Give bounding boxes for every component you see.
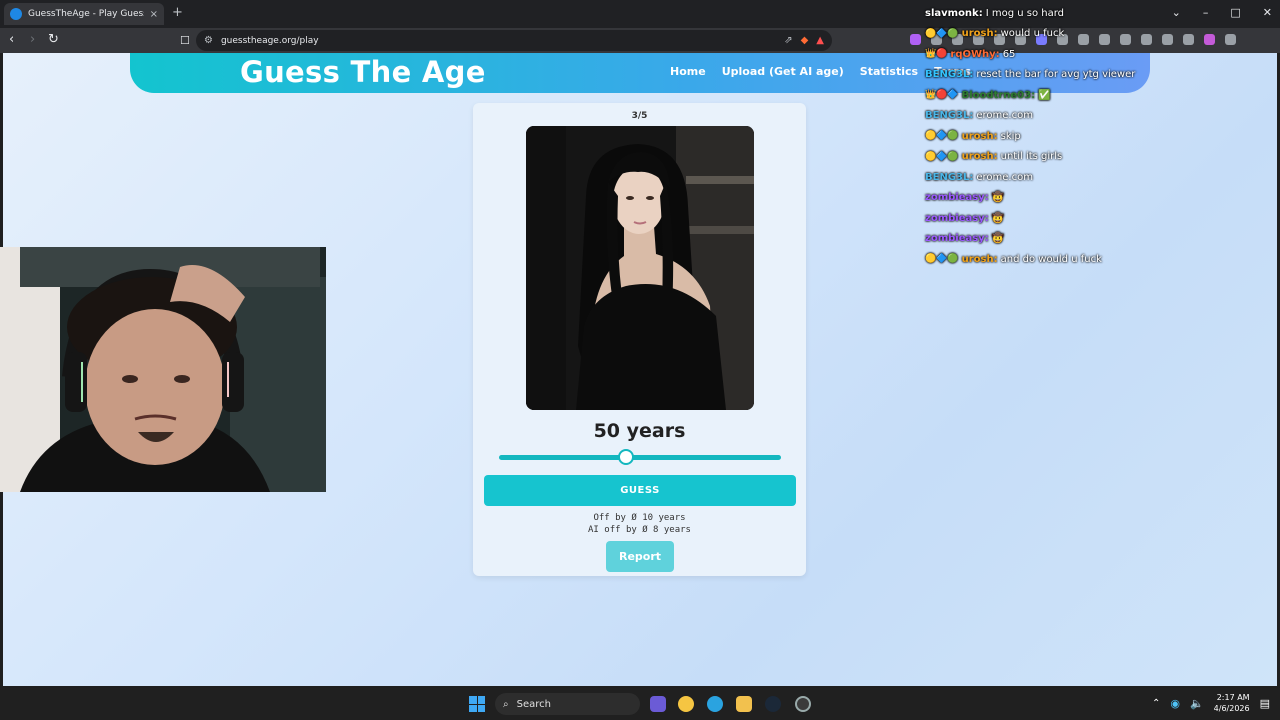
chat-message-text: erome.com: [976, 171, 1033, 183]
chat-message: 🟡🔷🟢 urosh: skip: [925, 126, 1275, 147]
chat-message-text: 🤠: [991, 192, 1005, 204]
chat-message-text: 🤠: [991, 212, 1005, 224]
chat-message: 👑🔴 rqOWhy: 65: [925, 44, 1275, 65]
chat-message: 🟡🔷🟢 urosh: would u fuck: [925, 24, 1275, 45]
user-badges-icon: 🟡🔷🟢: [925, 28, 959, 39]
steam-app-icon[interactable]: [765, 696, 781, 712]
chat-message: BENG3L: erome.com: [925, 167, 1275, 188]
chat-message: BENG3L: reset the bar for avg ytg viewer: [925, 65, 1275, 86]
brave-shield-icon[interactable]: ◆: [801, 35, 809, 46]
new-tab-button[interactable]: +: [172, 5, 183, 20]
network-icon[interactable]: ◉: [1170, 697, 1180, 710]
address-bar[interactable]: ⚙ guesstheage.org/play ⇗ ◆ ▲: [196, 30, 832, 51]
chat-username[interactable]: slavmonk:: [925, 8, 983, 19]
volume-icon[interactable]: 🔈: [1190, 697, 1204, 710]
start-button[interactable]: [469, 696, 485, 712]
nav-link-statistics[interactable]: Statistics: [860, 65, 918, 78]
report-button[interactable]: Report: [606, 541, 674, 572]
chat-message-text: would u fuck: [1000, 28, 1065, 40]
person-photo: [526, 126, 754, 410]
chat-message-text: and do would u fuck: [1000, 253, 1102, 265]
back-arrow-icon[interactable]: ‹: [9, 32, 14, 47]
chat-message: 🟡🔷🟢 urosh: and do would u fuck: [925, 249, 1275, 270]
stream-chat-overlay: slavmonk: I mog u so hard 🟡🔷🟢 urosh: would u…: [925, 3, 1275, 270]
file-explorer-icon[interactable]: [736, 696, 752, 712]
forward-arrow-icon[interactable]: ›: [30, 32, 35, 47]
chat-username[interactable]: urosh:: [962, 254, 998, 265]
age-value-display: 50 years: [593, 420, 686, 442]
clock[interactable]: 2:17 AM 4/6/2026: [1214, 692, 1250, 714]
clock-time: 2:17 AM: [1216, 693, 1250, 702]
chat-message: zombieasy: 🤠: [925, 208, 1275, 229]
site-info-icon[interactable]: ⚙: [204, 35, 213, 46]
site-favicon-icon: [10, 8, 22, 20]
chat-username[interactable]: zombieasy:: [925, 213, 989, 224]
search-icon: ⌕: [503, 698, 509, 710]
chat-username[interactable]: urosh:: [962, 28, 998, 39]
slider-thumb[interactable]: [617, 449, 634, 465]
chat-username[interactable]: rqOWhy:: [950, 49, 999, 60]
chat-username[interactable]: zombieasy:: [925, 192, 989, 203]
user-badges-icon: 🟡🔷🟢: [925, 151, 959, 162]
clock-date: 4/6/2026: [1213, 704, 1250, 713]
user-badges-icon: 👑🔴🔷: [925, 90, 959, 101]
user-off-by-text: Off by Ø 10 years: [593, 513, 686, 523]
chat-message-text: skip: [1000, 130, 1021, 142]
bookmark-icon[interactable]: ☐: [180, 34, 190, 47]
chat-message-text: 65: [1002, 48, 1016, 60]
person-photo-image: [526, 126, 754, 410]
windows-taskbar: ⌕ Search ⌃ ◉ 🔈 2:17 AM 4/6/2026 ▤: [0, 688, 1280, 720]
user-badges-icon: 👑🔴: [925, 49, 948, 60]
chat-message: zombieasy: 🤠: [925, 188, 1275, 209]
chat-message-text: I mog u so hard: [985, 7, 1065, 19]
chat-username[interactable]: urosh:: [962, 131, 998, 142]
chat-message-text: reset the bar for avg ytg viewer: [976, 69, 1136, 81]
chat-message-text: erome.com: [976, 110, 1033, 122]
nav-link-upload[interactable]: Upload (Get AI age): [722, 65, 844, 78]
extension-icon[interactable]: [910, 34, 921, 45]
taskbar-search-label: Search: [516, 698, 551, 710]
chat-message: zombieasy: 🤠: [925, 229, 1275, 250]
ai-off-by-text: AI off by Ø 8 years: [588, 525, 691, 535]
webcam-video-image: [0, 247, 326, 492]
tab-title: GuessTheAge - Play Guess The Age: [28, 9, 144, 19]
user-badges-icon: 🟡🔷🟢: [925, 131, 959, 142]
taskbar-search[interactable]: ⌕ Search: [495, 693, 640, 715]
rewards-icon[interactable]: ▲: [816, 35, 824, 46]
settings-app-icon[interactable]: [795, 696, 811, 712]
browser-tab[interactable]: GuessTheAge - Play Guess The Age ×: [4, 3, 164, 25]
browser-app-icon[interactable]: [650, 696, 666, 712]
chat-message-text: ✅: [1038, 89, 1051, 101]
system-tray: ⌃ ◉ 🔈 2:17 AM 4/6/2026 ▤: [1152, 692, 1270, 714]
chat-message: BENG3L: erome.com: [925, 106, 1275, 127]
chat-message: 👑🔴🔷 Bloodtrne03: ✅: [925, 85, 1275, 106]
chat-username[interactable]: BENG3L:: [925, 69, 973, 80]
chat-message-text: until its girls: [1000, 151, 1063, 163]
game-card: 3/5 50 years GUESS Off by Ø 10 years AI …: [473, 103, 806, 576]
chat-message: 🟡🔷🟢 urosh: until its girls: [925, 147, 1275, 168]
chat-username[interactable]: urosh:: [962, 151, 998, 162]
url-text[interactable]: guesstheage.org/play: [221, 36, 776, 46]
reload-icon[interactable]: ↻: [48, 32, 59, 47]
webcam-overlay: [0, 247, 326, 492]
chat-username[interactable]: BENG3L:: [925, 172, 973, 183]
close-tab-icon[interactable]: ×: [150, 9, 158, 20]
chat-username[interactable]: Bloodtrne03:: [962, 90, 1035, 101]
chat-username[interactable]: BENG3L:: [925, 110, 973, 121]
telegram-app-icon[interactable]: [707, 696, 723, 712]
chat-message: slavmonk: I mog u so hard: [925, 3, 1275, 24]
round-progress: 3/5: [631, 111, 648, 121]
guess-button[interactable]: GUESS: [484, 475, 796, 506]
age-slider[interactable]: [499, 449, 781, 465]
nav-link-home[interactable]: Home: [670, 65, 706, 78]
discord-app-icon[interactable]: [678, 696, 694, 712]
chevron-up-icon[interactable]: ⌃: [1152, 698, 1160, 709]
site-logo[interactable]: Guess The Age: [240, 55, 486, 89]
notifications-icon[interactable]: ▤: [1260, 697, 1270, 710]
chat-message-text: 🤠: [991, 233, 1005, 245]
chat-username[interactable]: zombieasy:: [925, 233, 989, 244]
share-icon[interactable]: ⇗: [784, 35, 792, 46]
user-badges-icon: 🟡🔷🟢: [925, 254, 959, 265]
